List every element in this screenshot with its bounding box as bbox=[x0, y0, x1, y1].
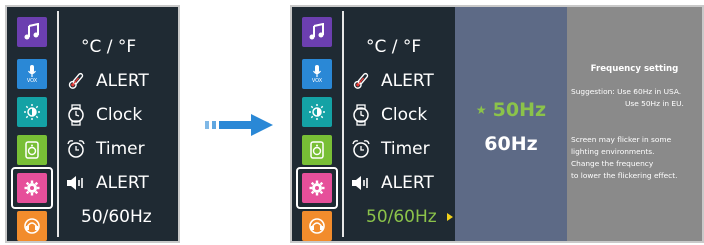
menu-item-temp-unit[interactable]: °C / °F bbox=[65, 30, 185, 64]
menu-item-timer[interactable]: Timer bbox=[350, 132, 470, 166]
music-icon[interactable] bbox=[302, 17, 332, 47]
thermometer-icon bbox=[65, 70, 87, 92]
settings-menu: °C / °F ALERT Clock Timer ALERT 50/60Hz bbox=[65, 7, 185, 241]
vox-mic-icon[interactable]: VOX bbox=[302, 59, 332, 89]
menu-item-sound-alert[interactable]: ALERT bbox=[65, 166, 185, 200]
right-device-screen: VOX °C / °F ALERT Clock Timer ALERT 50/6… bbox=[290, 5, 704, 243]
vox-mic-icon[interactable]: VOX bbox=[17, 59, 47, 89]
alarm-clock-icon bbox=[350, 138, 372, 160]
menu-item-label: Clock bbox=[381, 105, 428, 125]
help-text-line: Use 50Hz in EU. bbox=[625, 99, 684, 108]
menu-item-label: ALERT bbox=[96, 71, 149, 91]
menu-item-frequency[interactable]: 50/60Hz bbox=[350, 200, 470, 234]
help-text-line: Change the frequency bbox=[571, 159, 654, 168]
help-text-line: lighting environments. bbox=[571, 147, 655, 156]
menu-item-label: ALERT bbox=[96, 173, 149, 193]
menu-item-label: Timer bbox=[381, 139, 430, 159]
speaker-icon[interactable] bbox=[302, 135, 332, 165]
brightness-icon[interactable] bbox=[302, 97, 332, 127]
menu-item-clock[interactable]: Clock bbox=[65, 98, 185, 132]
help-panel: Frequency setting Suggestion: Use 60Hz i… bbox=[567, 7, 702, 241]
watch-icon bbox=[350, 104, 372, 126]
settings-menu: °C / °F ALERT Clock Timer ALERT 50/60Hz bbox=[350, 7, 455, 241]
menu-item-sound-alert[interactable]: ALERT bbox=[350, 166, 470, 200]
menu-item-label: 50/60Hz bbox=[366, 207, 437, 227]
speaker-icon[interactable] bbox=[17, 135, 47, 165]
vox-label: VOX bbox=[26, 78, 38, 84]
menu-item-frequency[interactable]: 50/60Hz bbox=[65, 200, 185, 234]
help-title: Frequency setting bbox=[590, 64, 679, 74]
frequency-option-label: 50Hz bbox=[492, 99, 547, 121]
star-icon: ★ bbox=[475, 103, 487, 117]
sidebar: VOX bbox=[7, 7, 59, 241]
frequency-options-panel: ★ 50Hz 60Hz bbox=[455, 7, 567, 241]
alarm-clock-icon bbox=[65, 138, 87, 160]
transition-arrow-icon bbox=[205, 114, 273, 136]
music-icon[interactable] bbox=[17, 17, 47, 47]
left-device-screen: VOX °C / °F ALERT Clock Timer ALERT 50/6… bbox=[5, 5, 180, 243]
menu-item-timer[interactable]: Timer bbox=[65, 132, 185, 166]
menu-item-temp-alert[interactable]: ALERT bbox=[65, 64, 185, 98]
frequency-option-50hz[interactable]: ★ 50Hz bbox=[455, 99, 567, 121]
brightness-icon[interactable] bbox=[17, 97, 47, 127]
frequency-option-label: 60Hz bbox=[484, 133, 538, 155]
menu-item-label: Clock bbox=[96, 105, 143, 125]
sos-icon[interactable] bbox=[17, 211, 47, 241]
menu-item-temp-unit[interactable]: °C / °F bbox=[350, 30, 470, 64]
menu-item-label: °C / °F bbox=[366, 37, 422, 57]
arrow-right-icon bbox=[446, 213, 453, 221]
menu-item-label: °C / °F bbox=[81, 37, 137, 57]
menu-item-label: ALERT bbox=[381, 173, 434, 193]
menu-item-label: ALERT bbox=[381, 71, 434, 91]
thermometer-icon bbox=[350, 70, 372, 92]
menu-item-label: 50/60Hz bbox=[81, 207, 152, 227]
menu-item-label: Timer bbox=[96, 139, 145, 159]
sidebar-selection-frame bbox=[296, 167, 338, 209]
speaker-volume-icon bbox=[350, 172, 372, 194]
sidebar-selection-frame bbox=[11, 167, 53, 209]
speaker-volume-icon bbox=[65, 172, 87, 194]
sidebar: VOX bbox=[292, 7, 344, 241]
vox-label: VOX bbox=[311, 78, 323, 84]
watch-icon bbox=[65, 104, 87, 126]
menu-item-temp-alert[interactable]: ALERT bbox=[350, 64, 470, 98]
frequency-option-60hz[interactable]: 60Hz bbox=[455, 133, 567, 155]
menu-item-clock[interactable]: Clock bbox=[350, 98, 470, 132]
sos-icon[interactable] bbox=[302, 211, 332, 241]
help-text-line: Screen may flicker in some bbox=[571, 135, 672, 144]
help-text-line: Suggestion: Use 60Hz in USA. bbox=[571, 87, 682, 96]
help-text-line: to lower the flickering effect. bbox=[571, 171, 678, 180]
